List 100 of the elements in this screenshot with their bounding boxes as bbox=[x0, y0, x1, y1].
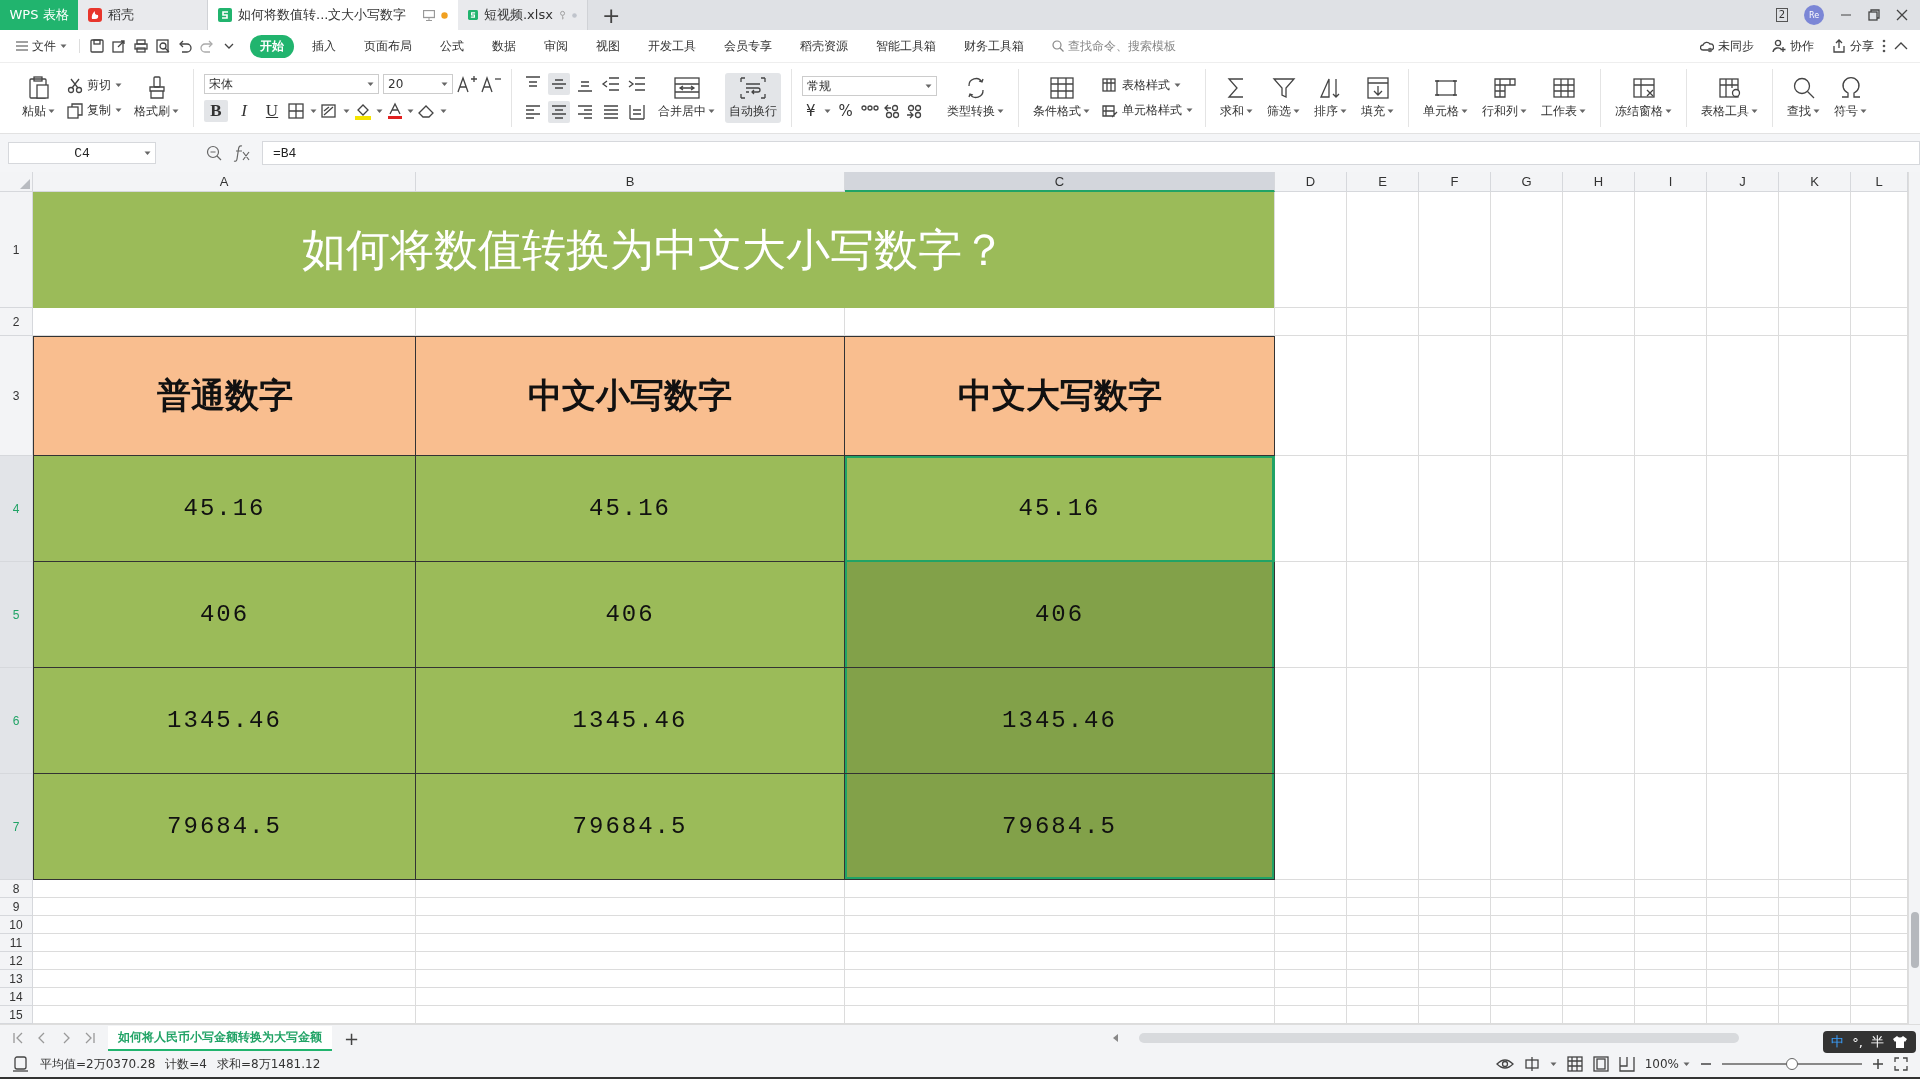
empty-cell[interactable] bbox=[1419, 562, 1491, 668]
function-icon[interactable] bbox=[232, 144, 252, 162]
font-style-button[interactable]: U bbox=[260, 100, 284, 122]
first-sheet-icon[interactable] bbox=[12, 1032, 24, 1044]
empty-cell[interactable] bbox=[1491, 934, 1563, 952]
row-header[interactable]: 12 bbox=[0, 952, 33, 970]
caret-icon[interactable] bbox=[1549, 1061, 1557, 1067]
empty-cell[interactable] bbox=[1419, 774, 1491, 880]
caret-icon[interactable] bbox=[1083, 109, 1090, 114]
caret-icon[interactable] bbox=[708, 109, 715, 114]
caret-icon[interactable] bbox=[48, 109, 55, 114]
column-header[interactable]: H bbox=[1563, 172, 1635, 192]
empty-cell[interactable] bbox=[1275, 456, 1347, 562]
column-header[interactable]: G bbox=[1491, 172, 1563, 192]
empty-cell[interactable] bbox=[1275, 668, 1347, 774]
input-mode[interactable]: °, bbox=[1852, 1034, 1863, 1050]
ribbon-button[interactable]: 粘贴 bbox=[18, 73, 59, 123]
caret-icon[interactable] bbox=[115, 108, 122, 113]
alignment-button[interactable] bbox=[548, 73, 570, 95]
empty-cell[interactable] bbox=[1635, 774, 1707, 880]
empty-cell[interactable] bbox=[1419, 988, 1491, 1006]
table-cell[interactable]: 79684.5 bbox=[416, 774, 845, 880]
ribbon-button[interactable]: 单元格 bbox=[1419, 73, 1472, 123]
ribbon-button[interactable]: 排序 bbox=[1310, 73, 1351, 123]
column-header[interactable]: F bbox=[1419, 172, 1491, 192]
empty-cell[interactable] bbox=[1563, 970, 1635, 988]
empty-cell[interactable] bbox=[1635, 880, 1707, 898]
row-header[interactable]: 11 bbox=[0, 934, 33, 952]
search-field[interactable]: 查找命令、搜索模板 bbox=[1052, 37, 1176, 55]
font-color-icon[interactable] bbox=[387, 102, 403, 120]
caret-icon[interactable] bbox=[997, 109, 1004, 114]
empty-cell[interactable] bbox=[1563, 988, 1635, 1006]
scroll-left-icon[interactable] bbox=[1113, 1034, 1120, 1042]
export-icon[interactable] bbox=[112, 39, 126, 53]
empty-cell[interactable] bbox=[1419, 934, 1491, 952]
empty-cell[interactable] bbox=[1779, 774, 1851, 880]
empty-cell[interactable] bbox=[1563, 336, 1635, 456]
empty-cell[interactable] bbox=[1563, 916, 1635, 934]
empty-cell[interactable] bbox=[845, 988, 1275, 1006]
ribbon-button[interactable]: 表格工具 bbox=[1697, 73, 1762, 123]
empty-cell[interactable] bbox=[1419, 952, 1491, 970]
name-box[interactable]: C4 bbox=[8, 142, 156, 164]
empty-cell[interactable] bbox=[1779, 336, 1851, 456]
empty-cell[interactable] bbox=[1707, 308, 1779, 336]
close-icon[interactable] bbox=[1896, 9, 1908, 21]
empty-cell[interactable] bbox=[1347, 774, 1419, 880]
empty-cell[interactable] bbox=[1635, 970, 1707, 988]
input-method-bar[interactable]: 中 °, 半 bbox=[1823, 1031, 1916, 1053]
empty-cell[interactable] bbox=[1419, 668, 1491, 774]
redo-icon[interactable] bbox=[200, 39, 214, 53]
caret-icon[interactable] bbox=[1293, 109, 1300, 114]
increase-font-size-icon[interactable] bbox=[457, 75, 477, 93]
ribbon-button[interactable]: 填充 bbox=[1357, 73, 1398, 123]
caret-icon[interactable] bbox=[376, 108, 383, 114]
eraser-icon[interactable] bbox=[418, 103, 436, 119]
caret-icon[interactable] bbox=[1665, 109, 1672, 114]
caret-icon[interactable] bbox=[1813, 109, 1820, 114]
row-header[interactable]: 10 bbox=[0, 916, 33, 934]
empty-cell[interactable] bbox=[1347, 668, 1419, 774]
normal-view-icon[interactable] bbox=[1566, 1056, 1583, 1072]
document-tab[interactable]: 稻壳 bbox=[78, 0, 208, 30]
empty-cell[interactable] bbox=[1275, 774, 1347, 880]
empty-cell[interactable] bbox=[1491, 970, 1563, 988]
empty-cell[interactable] bbox=[1491, 668, 1563, 774]
caret-icon[interactable] bbox=[1246, 109, 1253, 114]
empty-cell[interactable] bbox=[845, 934, 1275, 952]
empty-cell[interactable] bbox=[1563, 774, 1635, 880]
menu-tab[interactable]: 页面布局 bbox=[354, 34, 422, 58]
empty-cell[interactable] bbox=[1707, 456, 1779, 562]
menu-tab[interactable]: 公式 bbox=[430, 34, 474, 58]
select-all-icon[interactable] bbox=[20, 179, 30, 189]
restore-icon[interactable] bbox=[1868, 9, 1880, 21]
fill-pattern-icon[interactable] bbox=[321, 103, 339, 119]
column-header[interactable]: L bbox=[1851, 172, 1908, 192]
caret-icon[interactable] bbox=[1387, 109, 1394, 114]
table-cell[interactable]: 1345.46 bbox=[33, 668, 416, 774]
caret-icon[interactable] bbox=[407, 108, 414, 114]
empty-cell[interactable] bbox=[1275, 916, 1347, 934]
empty-cell[interactable] bbox=[1635, 456, 1707, 562]
ribbon-button[interactable]: 筛选 bbox=[1263, 73, 1304, 123]
empty-cell[interactable] bbox=[1563, 668, 1635, 774]
empty-cell[interactable] bbox=[1779, 308, 1851, 336]
horizontal-scrollbar[interactable] bbox=[1139, 1033, 1740, 1043]
empty-cell[interactable] bbox=[1707, 988, 1779, 1006]
empty-cell[interactable] bbox=[1275, 880, 1347, 898]
toolbar-button[interactable]: 未同步 bbox=[1700, 37, 1754, 55]
vertical-scrollbar[interactable] bbox=[1908, 172, 1920, 1024]
empty-cell[interactable] bbox=[1635, 336, 1707, 456]
ribbon-button[interactable]: 剪切 bbox=[65, 76, 124, 95]
empty-cell[interactable] bbox=[1707, 562, 1779, 668]
fill-color-icon[interactable] bbox=[354, 102, 372, 120]
column-header[interactable]: B bbox=[416, 172, 845, 192]
table-cell[interactable]: 79684.5 bbox=[845, 774, 1275, 880]
ribbon-button[interactable]: 合并居中 bbox=[654, 73, 719, 123]
menu-tab[interactable]: 视图 bbox=[586, 34, 630, 58]
page-break-icon[interactable] bbox=[1618, 1056, 1635, 1072]
file-menu[interactable]: 文件 bbox=[12, 35, 71, 57]
ribbon-button[interactable]: 类型转换 bbox=[943, 73, 1008, 123]
empty-cell[interactable] bbox=[1563, 898, 1635, 916]
add-sheet-button[interactable]: + bbox=[344, 1027, 360, 1049]
